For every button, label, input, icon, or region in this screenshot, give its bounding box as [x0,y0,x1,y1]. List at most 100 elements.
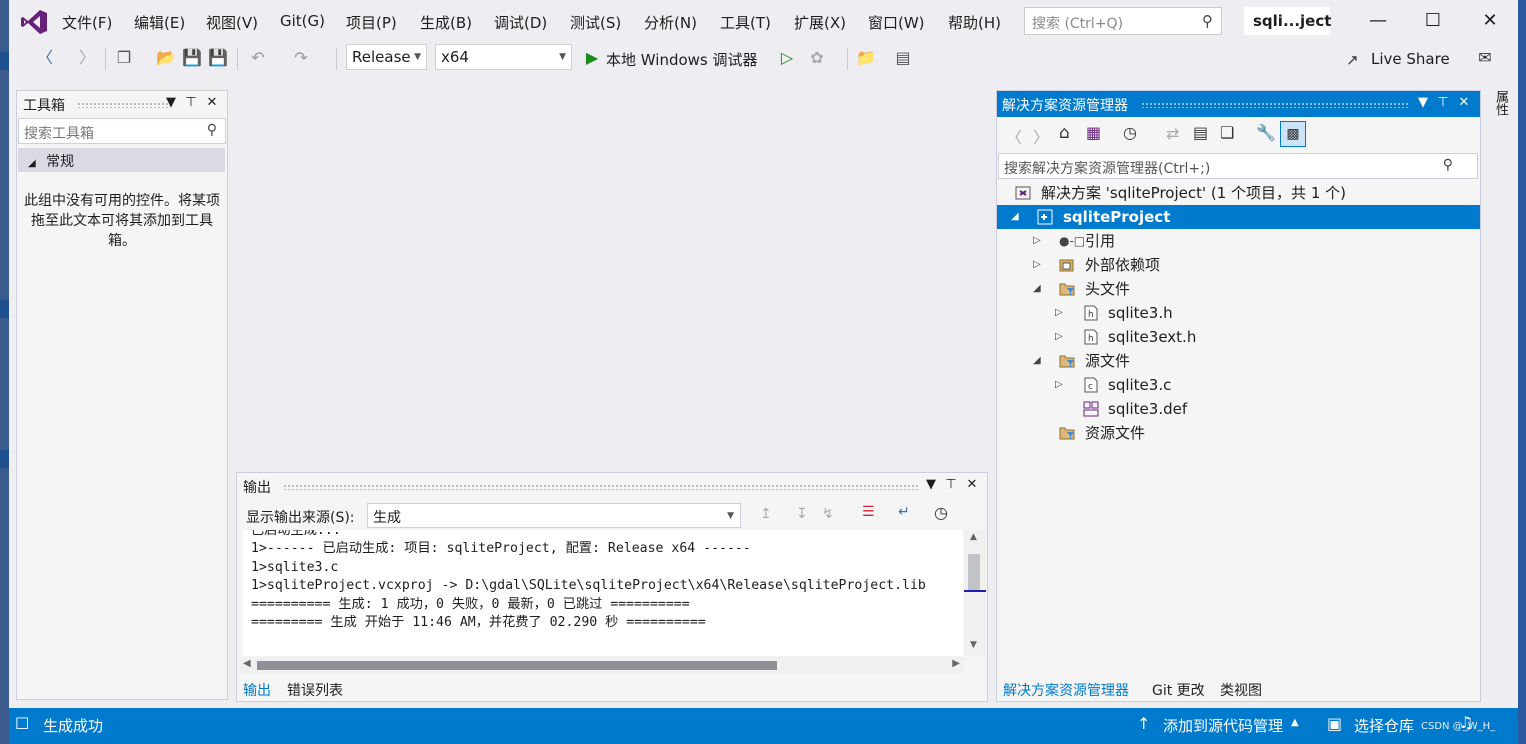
menu-help[interactable]: 帮助(H) [948,12,1001,33]
output-text[interactable]: 已启动生成... 1>------ 已启动生成: 项目: sqliteProjec… [243,530,963,656]
tree-file-sqlite3-c[interactable]: ▷ c sqlite3.c [997,373,1480,397]
timestamp-icon[interactable]: ◷ [934,503,948,522]
hot-reload-icon[interactable]: ✿ [806,47,828,69]
tree-resource-files[interactable]: 资源文件 [997,421,1480,445]
close-icon[interactable]: ✕ [204,95,220,113]
pane-menu-icon[interactable]: ▼ [1415,95,1431,113]
find-in-files-icon[interactable]: 📁 [855,47,877,69]
start-without-debugging-icon[interactable]: ▷ [776,47,798,69]
output-line: 1>sqlite3.c [251,559,339,575]
sync-icon[interactable]: ⇄ [1166,124,1179,143]
pending-changes-filter-icon[interactable]: ◷ [1123,123,1137,142]
clear-all-icon[interactable]: ☰ [862,504,875,520]
search-icon: ⚲ [1202,12,1213,30]
pin-icon[interactable]: ⊤ [1435,95,1451,113]
save-all-icon[interactable]: 💾 [207,47,229,69]
tab-class-view[interactable]: 类视图 [1220,680,1262,700]
menu-extensions[interactable]: 扩展(X) [794,12,846,33]
undo-icon[interactable]: ↶ [247,47,269,69]
tab-git-changes[interactable]: Git 更改 [1152,680,1205,700]
add-to-source-control-button[interactable]: 添加到源代码管理 [1163,715,1283,736]
properties-tab[interactable]: 属性 [1486,90,1510,130]
menu-git[interactable]: Git(G) [280,12,325,30]
configuration-select[interactable]: Release ▼ [346,44,427,70]
goto-previous-message-icon[interactable]: ↥ [760,506,772,522]
output-source-select[interactable]: 生成 ▼ [367,503,741,528]
find-message-icon[interactable]: ↯ [822,506,834,522]
new-project-icon[interactable]: ❐ [113,47,135,69]
tree-references[interactable]: ▷ ●-□ 引用 [997,229,1480,253]
menu-edit[interactable]: 编辑(E) [134,12,185,33]
redo-icon[interactable]: ↷ [290,47,312,69]
output-horizontal-scrollbar[interactable]: ◀ ▶ [240,657,964,674]
run-debugger-button[interactable]: 本地 Windows 调试器 [606,49,758,70]
tree-label: 引用 [1085,232,1116,250]
open-folder-icon[interactable]: 📂 [155,47,177,69]
visual-studio-logo-icon[interactable] [20,8,48,36]
start-debugging-icon[interactable]: ▶ [581,47,603,69]
tab-output[interactable]: 输出 [243,680,271,700]
tree-source-files[interactable]: ◢ 源文件 [997,349,1480,373]
goto-next-message-icon[interactable]: ↧ [796,506,808,522]
bell-icon[interactable]: ♫ [1459,713,1473,732]
tree-solution[interactable]: 解决方案 'sqliteProject' (1 个项目，共 1 个) [997,181,1480,205]
output-line: 1>sqliteProject.vcxproj -> D:\gdal\SQLit… [251,578,926,594]
menu-file[interactable]: 文件(F) [62,12,112,33]
menu-view[interactable]: 视图(V) [206,12,258,33]
tree-external-deps[interactable]: ▷ 外部依赖项 [997,253,1480,277]
toolbox-group-general[interactable]: ◢ 常规 [18,148,225,172]
navigate-forward-icon[interactable]: 〉 [76,47,98,69]
toolbox-search-input[interactable]: 搜索工具箱 ⚲ [18,118,226,144]
pin-icon[interactable]: ⊤ [183,95,199,113]
collapse-all-icon[interactable]: ▤ [1193,123,1208,142]
tree-project[interactable]: ◢ sqliteProject [997,205,1480,229]
properties-wrench-icon[interactable]: 🔧 [1256,123,1276,142]
menu-tools[interactable]: 工具(T) [720,12,771,33]
close-icon[interactable]: ✕ [1456,95,1472,113]
quick-search-input[interactable]: 搜索 (Ctrl+Q) ⚲ [1024,7,1222,35]
save-icon[interactable]: 💾 [181,47,203,69]
toolbox-group-label: 常规 [46,154,75,170]
menu-project[interactable]: 项目(P) [346,12,397,33]
close-button[interactable]: ✕ [1478,10,1502,32]
tab-solution-explorer[interactable]: 解决方案资源管理器 [1003,680,1129,700]
menu-test[interactable]: 测试(S) [570,12,621,33]
solution-search-input[interactable]: 搜索解决方案资源管理器(Ctrl+;) ⚲ [998,153,1478,179]
tab-error-list[interactable]: 错误列表 [287,680,343,700]
output-vertical-scrollbar[interactable]: ▲ ▼ [964,530,986,656]
layout-icon[interactable]: ▤ [892,47,914,69]
expand-icon: ▷ [1055,331,1063,342]
solution-search-placeholder: 搜索解决方案资源管理器(Ctrl+;) [1004,161,1211,177]
close-icon[interactable]: ✕ [964,477,980,495]
tree-file-sqlite3ext-h[interactable]: ▷ h sqlite3ext.h [997,325,1480,349]
menu-build[interactable]: 生成(B) [420,12,472,33]
menu-analyze[interactable]: 分析(N) [644,12,697,33]
live-share-button[interactable]: Live Share [1371,50,1450,68]
pane-menu-icon[interactable]: ▼ [163,95,179,113]
preview-selected-icon[interactable]: ▩ [1280,121,1306,147]
minimize-button[interactable]: — [1366,10,1390,32]
menu-window[interactable]: 窗口(W) [868,12,925,33]
forward-icon[interactable]: 〉 [1033,124,1049,148]
solution-explorer-header: 解决方案资源管理器 ▼ ⊤ ✕ [997,91,1480,117]
tree-file-sqlite3-def[interactable]: sqlite3.def [997,397,1480,421]
tree-header-files[interactable]: ◢ 头文件 [997,277,1480,301]
notification-icon[interactable]: ☐ [15,714,29,733]
menu-debug[interactable]: 调试(D) [494,12,547,33]
word-wrap-icon[interactable]: ↵ [898,504,910,520]
platform-select[interactable]: x64 ▼ [435,44,572,70]
tree-file-sqlite3-h[interactable]: ▷ h sqlite3.h [997,301,1480,325]
arrow-up-icon: ↑ [1137,714,1151,733]
maximize-button[interactable]: ☐ [1421,10,1445,32]
pane-menu-icon[interactable]: ▼ [923,477,939,495]
navigate-back-icon[interactable]: 〈 [34,47,56,69]
home-icon[interactable]: ⌂ [1059,123,1070,143]
pin-icon[interactable]: ⊤ [943,477,959,495]
show-all-files-icon[interactable]: ❏ [1220,123,1234,142]
select-repository-button[interactable]: 选择仓库 [1354,715,1414,736]
switch-views-icon[interactable]: ▦ [1086,123,1101,142]
back-icon[interactable]: 〈 [1006,124,1022,148]
configuration-value: Release [352,48,411,66]
feedback-icon[interactable]: ✉ [1474,47,1496,69]
standard-toolbar: 〈 〉 ❐ 📂 💾 💾 ↶ ↷ Release ▼ x64 ▼ ▶ ▷ ✿ 📁 … [9,42,1518,76]
